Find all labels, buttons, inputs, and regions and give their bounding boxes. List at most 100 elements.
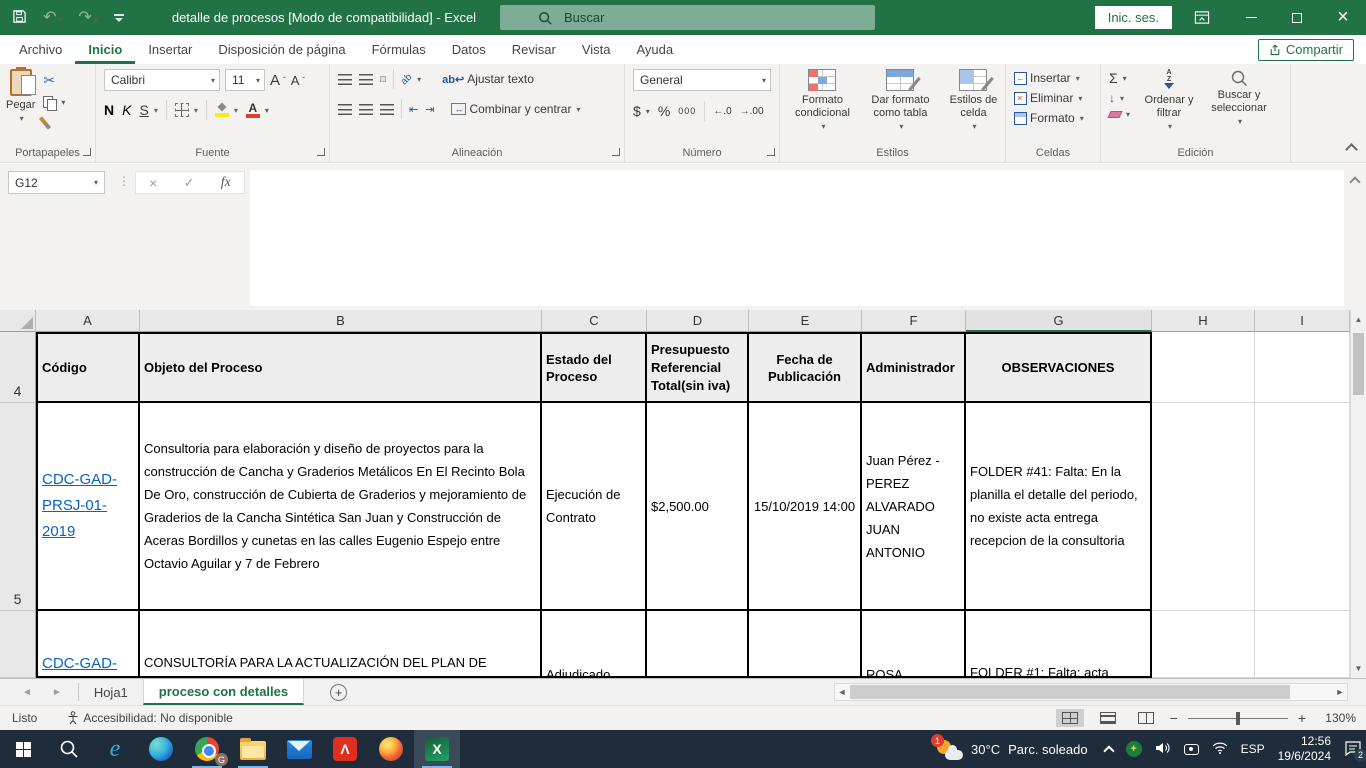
dialog-launcher-portapapeles[interactable]	[83, 148, 91, 156]
insert-cells-button[interactable]: ←Insertar▾	[1014, 71, 1080, 85]
format-painter-button[interactable]	[39, 116, 51, 129]
cell-f4[interactable]: Administrador	[862, 332, 966, 403]
decrease-indent-button[interactable]: ⇤	[409, 103, 418, 116]
column-header-f[interactable]: F	[862, 310, 966, 332]
chrome-button[interactable]: G	[184, 730, 230, 768]
tab-insertar[interactable]: Insertar	[135, 37, 205, 64]
notification-center-button[interactable]: 2	[1344, 740, 1362, 759]
close-button[interactable]: ×	[1320, 0, 1366, 35]
scroll-left-arrow[interactable]: ◄	[835, 687, 849, 697]
cell-g4[interactable]: OBSERVACIONES	[966, 332, 1152, 403]
confirm-entry-button[interactable]: ✓	[184, 175, 195, 191]
align-right-button[interactable]	[380, 104, 394, 115]
process-code-link[interactable]: CDC-GAD-	[42, 655, 117, 672]
scroll-down-arrow[interactable]: ▼	[1351, 659, 1366, 678]
ribbon-display-options-button[interactable]	[1194, 10, 1210, 25]
tab-disposicion[interactable]: Disposición de página	[205, 37, 358, 64]
tab-archivo[interactable]: Archivo	[6, 37, 75, 64]
cell-h6[interactable]	[1152, 611, 1255, 678]
new-sheet-button[interactable]: +	[330, 684, 347, 701]
number-format-select[interactable]: General▾	[633, 69, 771, 91]
clear-button[interactable]: ▾	[1109, 110, 1130, 119]
cell-e4[interactable]: Fecha de Publicación	[749, 332, 862, 403]
collapse-formula-bar-button[interactable]	[1349, 176, 1360, 187]
dialog-launcher-fuente[interactable]	[317, 148, 325, 156]
column-header-b[interactable]: B	[140, 310, 542, 332]
page-layout-view-button[interactable]	[1094, 709, 1122, 727]
previous-sheet-button[interactable]: ◄	[22, 687, 32, 698]
decrease-decimal-button[interactable]: →.00	[740, 106, 764, 117]
column-header-e[interactable]: E	[749, 310, 862, 332]
tab-revisar[interactable]: Revisar	[499, 37, 569, 64]
normal-view-button[interactable]	[1056, 709, 1084, 727]
cell-b6[interactable]: CONSULTORÍA PARA LA ACTUALIZACIÓN DEL PL…	[140, 611, 542, 678]
column-header-i[interactable]: I	[1255, 310, 1350, 332]
horizontal-scrollbar[interactable]: ◄ ►	[834, 683, 1348, 701]
align-middle-button[interactable]	[359, 74, 373, 85]
align-left-button[interactable]	[338, 104, 352, 115]
row-header-4[interactable]: 4	[0, 332, 36, 403]
font-name-select[interactable]: Calibri▾	[104, 69, 220, 91]
cell-g6[interactable]: FOLDER #1: Falta: acta	[966, 611, 1152, 678]
cell-d5[interactable]: $2,500.00	[647, 403, 749, 611]
borders-button[interactable]: ▾	[175, 103, 198, 117]
paste-button[interactable]: Pegar ▾	[6, 64, 35, 130]
share-button[interactable]: Compartir	[1258, 39, 1354, 61]
show-hidden-icons-button[interactable]	[1103, 745, 1114, 756]
currency-button[interactable]: $▾	[633, 103, 650, 119]
excel-taskbar-button[interactable]: X	[414, 730, 460, 768]
cell-b5[interactable]: Consultoria para elaboración y diseño de…	[140, 403, 542, 611]
internet-explorer-button[interactable]: e	[92, 730, 138, 768]
collapse-ribbon-button[interactable]	[1345, 143, 1358, 156]
firefox-button[interactable]	[368, 730, 414, 768]
autosum-button[interactable]: Σ▾	[1109, 70, 1130, 86]
find-select-button[interactable]: Buscar y seleccionar ▾	[1202, 64, 1276, 133]
column-header-h[interactable]: H	[1152, 310, 1255, 332]
delete-cells-button[interactable]: ×Eliminar▾	[1014, 91, 1082, 105]
increase-decimal-button[interactable]: ←.0	[713, 106, 731, 117]
column-header-a[interactable]: A	[36, 310, 140, 332]
edge-button[interactable]	[138, 730, 184, 768]
save-icon[interactable]	[12, 9, 27, 27]
cancel-entry-button[interactable]: ×	[149, 175, 157, 191]
italic-button[interactable]: K	[122, 102, 131, 118]
weather-widget[interactable]: 1 30°C Parc. soleado	[931, 738, 1092, 760]
meet-now-tray-icon[interactable]	[1184, 744, 1199, 755]
cell-h4[interactable]	[1152, 332, 1255, 403]
sheet-tab-proceso-con-detalles[interactable]: proceso con detalles	[143, 679, 304, 705]
dialog-launcher-numero[interactable]	[767, 148, 775, 156]
conditional-formatting-button[interactable]: Formato condicional ▾	[786, 64, 859, 133]
undo-button[interactable]: ↶▾	[43, 10, 62, 26]
cell-f6[interactable]: ROSA	[862, 611, 966, 678]
copy-button[interactable]: ▾	[43, 96, 65, 109]
cell-e5[interactable]: 15/10/2019 14:00	[749, 403, 862, 611]
font-color-button[interactable]: A▾	[246, 103, 269, 118]
tab-formulas[interactable]: Fórmulas	[359, 37, 439, 64]
zoom-out-button[interactable]: −	[1170, 710, 1178, 726]
file-explorer-button[interactable]	[230, 730, 276, 768]
taskbar-search-button[interactable]	[46, 730, 92, 768]
sheet-tab-hoja1[interactable]: Hoja1	[79, 679, 143, 705]
zoom-slider[interactable]	[1188, 718, 1288, 719]
comma-style-button[interactable]: 000	[678, 106, 696, 116]
acrobat-button[interactable]: Λ	[322, 730, 368, 768]
format-as-table-button[interactable]: Dar formato como tabla ▾	[863, 64, 938, 133]
dialog-launcher-alineacion[interactable]	[612, 148, 620, 156]
underline-button[interactable]: S▾	[139, 102, 157, 118]
fill-button[interactable]: ↓▾	[1109, 91, 1130, 105]
cell-e6[interactable]	[749, 611, 862, 678]
scroll-right-arrow[interactable]: ►	[1333, 687, 1347, 697]
orientation-button[interactable]: ab▾	[401, 74, 421, 85]
tab-ayuda[interactable]: Ayuda	[624, 37, 687, 64]
column-header-d[interactable]: D	[647, 310, 749, 332]
merge-center-button[interactable]: ↔Combinar y centrar▾	[451, 102, 580, 116]
vertical-scrollbar[interactable]: ▲ ▼	[1350, 310, 1366, 678]
customize-qat-button[interactable]	[114, 14, 124, 22]
process-code-link[interactable]: CDC-GAD-PRSJ-01-2019	[42, 467, 134, 545]
increase-font-button[interactable]: Aˆ	[270, 72, 286, 89]
cell-c6[interactable]: Adjudicado	[542, 611, 647, 678]
cell-c5[interactable]: Ejecución de Contrato	[542, 403, 647, 611]
search-box[interactable]: Buscar	[500, 5, 875, 30]
column-header-g[interactable]: G	[966, 310, 1152, 332]
insert-function-button[interactable]: fx	[221, 175, 231, 191]
